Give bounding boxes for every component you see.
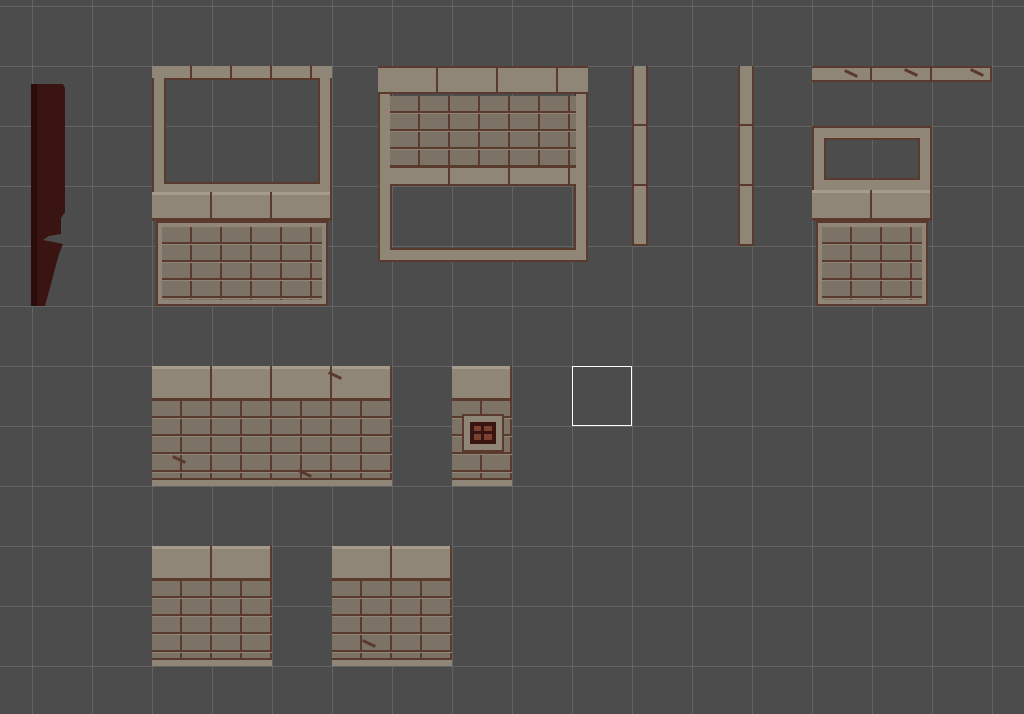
switch-wall-capstone (452, 366, 512, 401)
double-window-frame[interactable] (378, 66, 588, 262)
double-frame-mid-rail (390, 166, 576, 186)
stone-pillar-right[interactable] (738, 66, 754, 246)
small-a-bricks (152, 581, 272, 659)
switch-wall-base (452, 478, 512, 486)
wall-switch-icon (462, 414, 504, 452)
arch-brick-base (156, 221, 328, 306)
rail-crack (904, 68, 918, 77)
small-a-base (152, 658, 272, 666)
arch-frame-top (152, 66, 332, 78)
wall-wide-capstone (152, 366, 392, 401)
small-window-brick-base (816, 221, 928, 306)
brick-wall-small-a[interactable] (152, 546, 272, 666)
small-window-frame (812, 126, 932, 192)
small-window-capstone (812, 190, 932, 221)
arch-capstone (152, 192, 332, 221)
small-a-capstone (152, 546, 272, 581)
rail-crack (844, 69, 858, 78)
stone-rail[interactable] (812, 66, 992, 82)
dark-shadow-strip[interactable] (31, 84, 67, 306)
double-frame-top (378, 66, 588, 94)
brick-wall-small-b[interactable] (332, 546, 452, 666)
small-b-bricks (332, 581, 452, 659)
brick-wall-wide[interactable] (152, 366, 392, 486)
small-window-brick-base[interactable] (812, 126, 932, 306)
small-b-base (332, 658, 452, 666)
rail-crack (970, 68, 984, 77)
tilemap-canvas[interactable] (0, 0, 1024, 714)
arch-frame-with-brick-base[interactable] (152, 66, 332, 306)
wall-wide-bricks (152, 401, 392, 479)
arch-window-frame (152, 66, 332, 196)
brick-wall-with-switch[interactable] (452, 366, 512, 486)
small-b-capstone (332, 546, 452, 581)
wall-wide-base (152, 478, 392, 486)
empty-selected-cell[interactable] (572, 366, 632, 426)
stone-pillar-left[interactable] (632, 66, 648, 246)
